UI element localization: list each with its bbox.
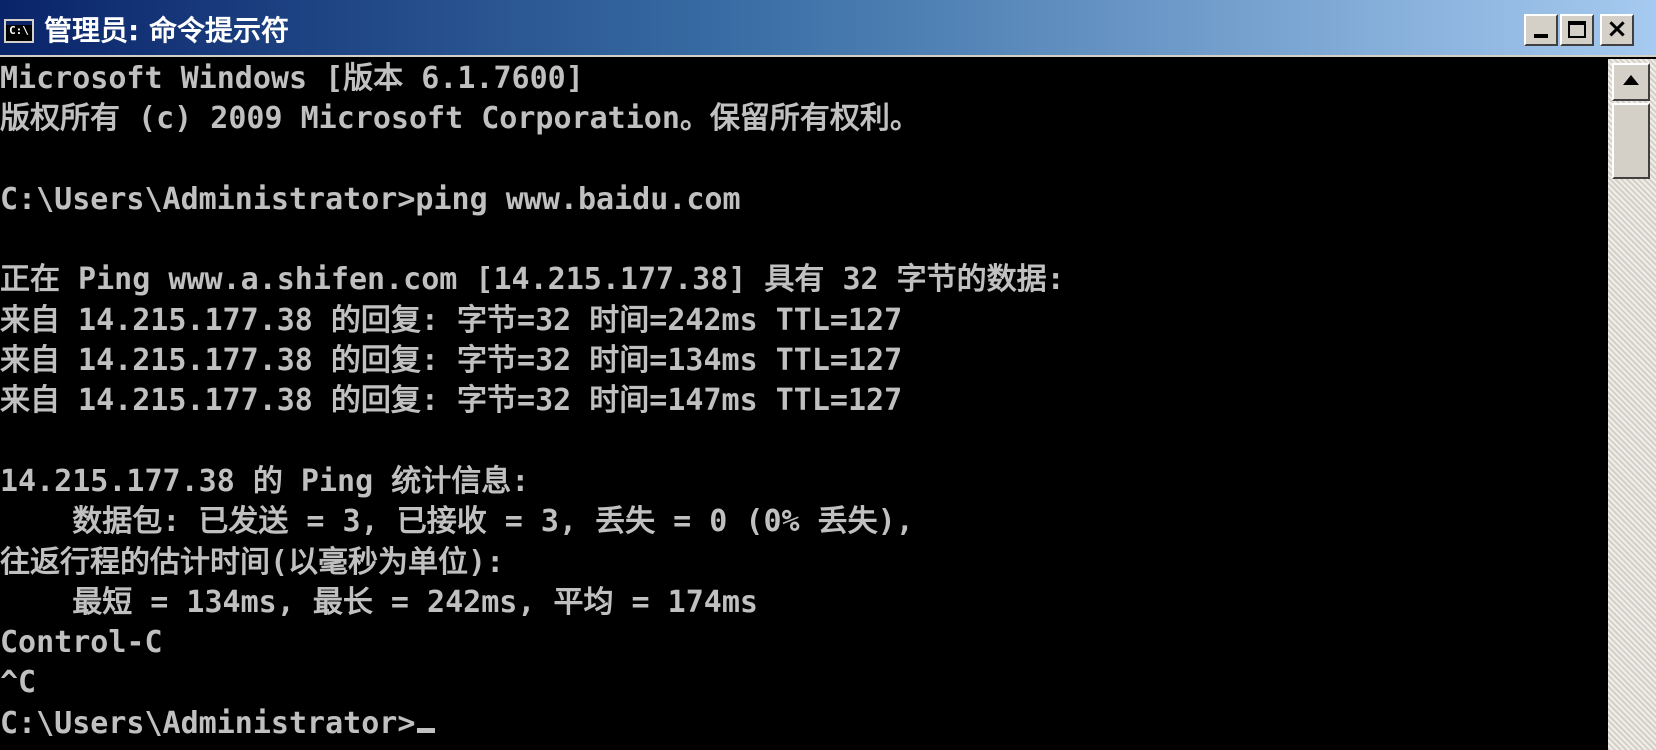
console-line: 最短 = 134ms, 最长 = 242ms, 平均 = 174ms bbox=[0, 584, 758, 620]
text-cursor bbox=[417, 727, 436, 733]
minimize-icon bbox=[1534, 34, 1548, 38]
maximize-icon bbox=[1568, 21, 1586, 38]
minimize-button[interactable] bbox=[1524, 14, 1558, 46]
maximize-button[interactable] bbox=[1560, 14, 1594, 46]
console-text: Microsoft Windows [版本 6.1.7600] 版权所有 (c) … bbox=[0, 59, 1608, 744]
console-line: ^C bbox=[0, 665, 37, 701]
scroll-thumb[interactable] bbox=[1612, 103, 1650, 179]
console-line: 来自 14.215.177.38 的回复: 字节=32 时间=134ms TTL… bbox=[0, 343, 903, 379]
console-line: 正在 Ping www.a.shifen.com [14.215.177.38]… bbox=[0, 262, 1065, 298]
console-output-area[interactable]: Microsoft Windows [版本 6.1.7600] 版权所有 (c) … bbox=[0, 59, 1608, 750]
console-line: Microsoft Windows [版本 6.1.7600] bbox=[0, 61, 584, 96]
command-prompt-window: C:\ 管理员: 命令提示符 × Microsoft Windows [版本 6… bbox=[0, 0, 1656, 750]
scroll-up-button[interactable] bbox=[1612, 63, 1650, 101]
console-line: 来自 14.215.177.38 的回复: 字节=32 时间=242ms TTL… bbox=[0, 302, 903, 338]
window-title: 管理员: 命令提示符 bbox=[44, 14, 289, 47]
console-line: Control-C bbox=[0, 625, 163, 661]
command-prompt: C:\Users\Administrator> bbox=[0, 705, 416, 741]
title-bar[interactable]: C:\ 管理员: 命令提示符 × bbox=[0, 0, 1656, 57]
console-icon-label: C:\ bbox=[9, 24, 29, 37]
prompt-line[interactable]: C:\Users\Administrator> bbox=[0, 704, 1608, 744]
close-button[interactable]: × bbox=[1600, 14, 1634, 46]
console-line: C:\Users\Administrator>ping www.baidu.co… bbox=[0, 181, 741, 217]
console-line: 数据包: 已发送 = 3, 已接收 = 3, 丢失 = 0 (0% 丢失), bbox=[0, 504, 914, 540]
console-icon[interactable]: C:\ bbox=[4, 19, 34, 43]
console-line: 版权所有 (c) 2009 Microsoft Corporation。保留所有… bbox=[0, 101, 920, 137]
console-line: 来自 14.215.177.38 的回复: 字节=32 时间=147ms TTL… bbox=[0, 383, 903, 419]
console-line: 往返行程的估计时间(以毫秒为单位): bbox=[0, 544, 505, 580]
console-line: 14.215.177.38 的 Ping 统计信息: bbox=[0, 463, 530, 499]
close-icon: × bbox=[1606, 14, 1628, 44]
vertical-scrollbar[interactable] bbox=[1608, 59, 1656, 750]
